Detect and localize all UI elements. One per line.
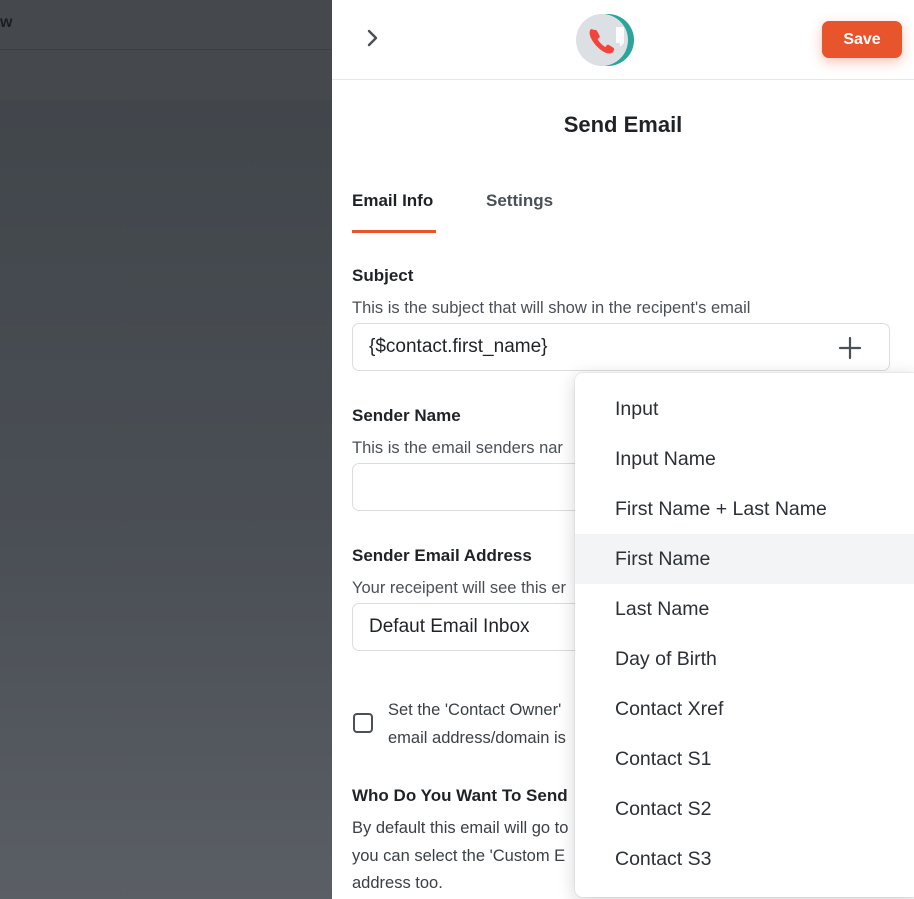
panel-topbar: Save <box>332 0 914 80</box>
sender-email-select-value: Defaut Email Inbox <box>369 616 530 637</box>
dropdown-item[interactable]: Last Name <box>575 584 914 634</box>
dropdown-item[interactable]: First Name + Last Name <box>575 484 914 534</box>
subject-input[interactable]: {$contact.first_name} <box>352 323 890 371</box>
phone-chat-icon <box>576 14 634 66</box>
who-to-send-text-line2: you can select the 'Custom E <box>352 847 566 865</box>
contact-owner-text-line2: email address/domain is <box>388 729 566 747</box>
sender-name-description: This is the email senders nar <box>352 439 563 457</box>
active-tab-indicator <box>352 230 436 233</box>
sender-email-description: Your receipent will see this er <box>352 579 567 597</box>
who-to-send-label: Who Do You Want To Send <box>352 786 568 805</box>
chevron-right-icon[interactable] <box>360 26 384 50</box>
merge-field-dropdown: Input Input Name First Name + Last Name … <box>575 373 914 897</box>
subject-input-value: {$contact.first_name} <box>369 336 548 357</box>
subject-label: Subject <box>352 266 414 285</box>
dropdown-item[interactable]: Contact S3 <box>575 834 914 884</box>
who-to-send-text-line1: By default this email will go to <box>352 819 569 837</box>
sender-name-label: Sender Name <box>352 406 461 425</box>
dropdown-item[interactable]: Contact Xref <box>575 684 914 734</box>
save-button[interactable]: Save <box>822 21 902 58</box>
who-to-send-text-line3: address too. <box>352 874 443 892</box>
backdrop-header-text: w <box>0 14 13 31</box>
dropdown-item[interactable]: Contact S1 <box>575 734 914 784</box>
dropdown-item[interactable]: Contact S2 <box>575 784 914 834</box>
contact-owner-text-line1: Set the 'Contact Owner' <box>388 701 562 719</box>
backdrop-divider <box>0 49 332 50</box>
dropdown-item[interactable]: Day of Birth <box>575 634 914 684</box>
dropdown-item-highlighted[interactable]: First Name <box>575 534 914 584</box>
page-title: Send Email <box>563 112 683 137</box>
backdrop-header: w <box>0 0 332 100</box>
subject-description: This is the subject that will show in th… <box>352 299 751 317</box>
tab-email-info[interactable]: Email Info <box>352 191 433 211</box>
tab-settings[interactable]: Settings <box>486 191 553 211</box>
dropdown-item[interactable]: Input Name <box>575 434 914 484</box>
plus-icon[interactable] <box>834 334 866 362</box>
sender-email-label: Sender Email Address <box>352 546 532 565</box>
dropdown-item[interactable]: Input <box>575 384 914 434</box>
modal-backdrop[interactable] <box>0 0 332 899</box>
contact-owner-checkbox[interactable] <box>353 713 373 733</box>
